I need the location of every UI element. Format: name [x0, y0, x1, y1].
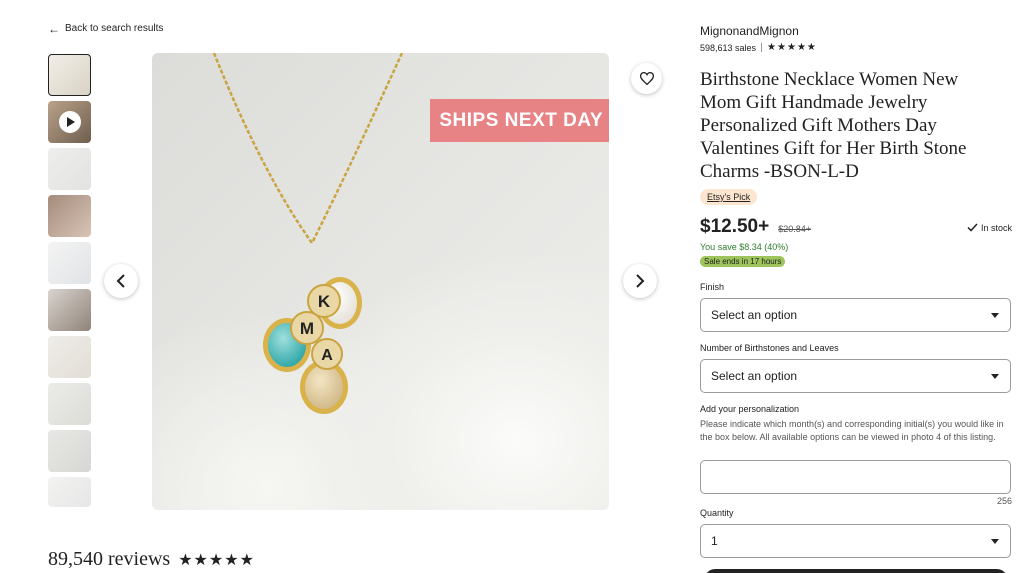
original-price: $20.84+: [778, 224, 812, 234]
character-count: 256: [996, 496, 1012, 506]
reviews-count: 89,540 reviews: [48, 548, 171, 570]
shop-sales-count: 598,613 sales: [700, 42, 757, 53]
reviews-summary: 89,540 reviews ★★★★★: [48, 548, 255, 571]
back-to-search-link[interactable]: ← Back to search results: [48, 21, 164, 36]
finish-label: Finish: [700, 282, 725, 292]
thumbnail-3[interactable]: [48, 148, 91, 190]
back-link-label: Back to search results: [65, 23, 164, 34]
add-to-cart-button[interactable]: [705, 569, 1007, 573]
savings-text: You save $8.34 (40%): [700, 242, 789, 252]
chevron-right-icon: [636, 274, 645, 288]
stock-status: In stock: [967, 223, 1012, 233]
thumbnail-list: [48, 54, 92, 512]
birthstones-label: Number of Birthstones and Leaves: [700, 343, 839, 353]
finish-select[interactable]: Select an option: [700, 298, 1011, 332]
thumbnail-8[interactable]: [48, 383, 91, 425]
listing-title: Birthstone Necklace Women New Mom Gift H…: [700, 69, 967, 182]
charm-letter: A: [321, 347, 333, 364]
divider: [761, 43, 763, 52]
shop-name-link[interactable]: MignonandMignon: [700, 24, 799, 38]
thumbnail-4[interactable]: [48, 195, 91, 237]
thumbnail-10[interactable]: [48, 477, 91, 507]
thumbnail-6[interactable]: [48, 289, 91, 331]
quantity-select[interactable]: 1: [700, 524, 1011, 558]
stock-label: In stock: [980, 222, 1012, 233]
current-price: $12.50+: [700, 216, 770, 237]
shop-star-rating[interactable]: ★★★★★: [767, 42, 817, 53]
quantity-select-value: 1: [711, 534, 718, 548]
thumbnail-7[interactable]: [48, 336, 91, 378]
etsys-pick-badge[interactable]: Etsy's Pick: [700, 189, 758, 205]
birthstones-select-value: Select an option: [711, 369, 798, 383]
play-icon: [58, 111, 81, 133]
heart-icon: [639, 72, 654, 85]
chevron-left-icon: [116, 274, 125, 288]
thumbnail-1[interactable]: [48, 54, 91, 96]
favorite-button[interactable]: [631, 63, 662, 94]
personalization-label: Add your personalization: [700, 404, 800, 414]
thumbnail-9[interactable]: [48, 430, 91, 472]
quantity-label: Quantity: [700, 508, 734, 518]
checkmark-icon: [967, 223, 978, 232]
previous-image-button[interactable]: [104, 264, 138, 298]
charm-letter: M: [300, 319, 314, 338]
arrow-left-icon: ←: [48, 21, 60, 36]
birthstones-select[interactable]: Select an option: [700, 359, 1011, 393]
thumbnail-5[interactable]: [48, 242, 91, 284]
personalization-textarea[interactable]: [700, 460, 1011, 494]
sale-ends-badge: Sale ends in 17 hours: [700, 256, 786, 267]
shop-sales-row: 598,613 sales ★★★★★: [700, 42, 817, 53]
price-row: $12.50+ $20.84+ In stock: [700, 216, 1012, 238]
next-image-button[interactable]: [623, 264, 657, 298]
ships-next-day-banner: SHIPS NEXT DAY: [430, 99, 609, 142]
finish-select-value: Select an option: [711, 308, 798, 322]
personalization-instructions: Please indicate which month(s) and corre…: [700, 419, 1004, 442]
thumbnail-2[interactable]: [48, 101, 91, 143]
caret-down-icon: [991, 539, 999, 544]
caret-down-icon: [991, 374, 999, 379]
charm-letter: K: [318, 292, 331, 311]
caret-down-icon: [991, 313, 999, 318]
main-product-image: K M A SHIPS NEXT DAY: [152, 53, 609, 510]
reviews-star-rating: ★★★★★: [178, 551, 255, 569]
